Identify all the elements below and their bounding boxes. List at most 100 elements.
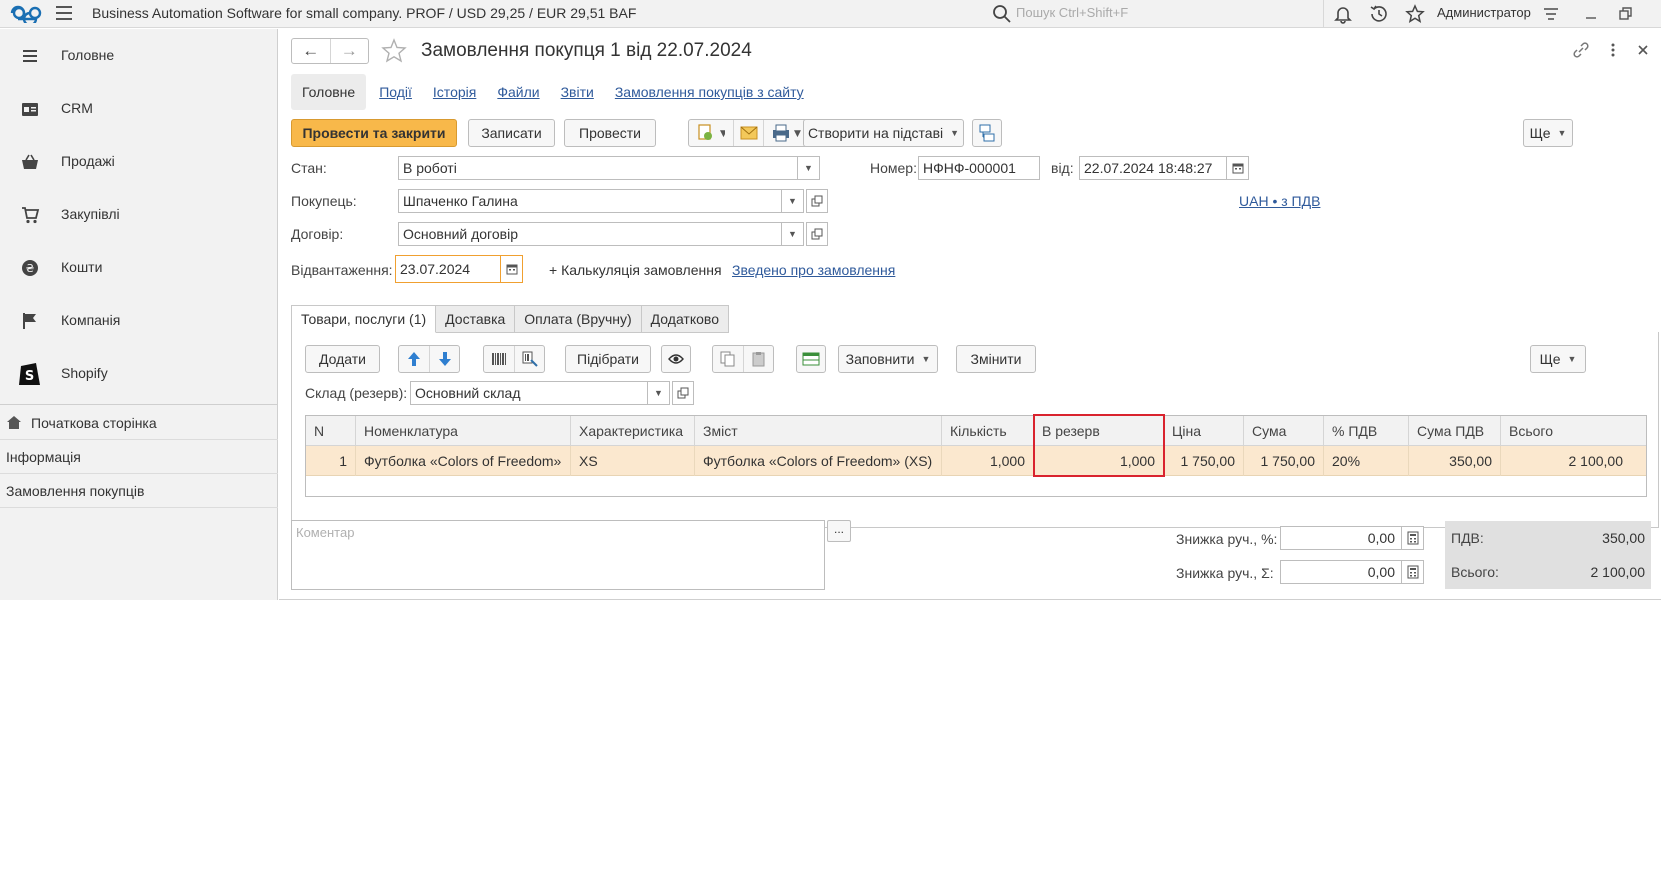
comment-expand-button[interactable]: ... bbox=[827, 520, 851, 542]
print-icon[interactable]: ▼ bbox=[763, 120, 807, 146]
chevron-down-icon[interactable]: ▼ bbox=[782, 189, 804, 213]
sidebar-item-crm[interactable]: CRM bbox=[0, 89, 278, 129]
warehouse-field[interactable]: Основний склад bbox=[410, 381, 648, 405]
shipment-date-field[interactable]: 23.07.2024 bbox=[395, 255, 501, 283]
state-field[interactable]: В роботі bbox=[398, 156, 798, 180]
calculator-icon[interactable] bbox=[1402, 526, 1424, 550]
restore-window-icon[interactable] bbox=[1615, 4, 1635, 24]
sidebar-item-shopify[interactable]: S Shopify bbox=[0, 354, 278, 394]
cell-vat-rate[interactable]: 20% bbox=[1324, 446, 1409, 476]
cell-quantity[interactable]: 1,000 bbox=[942, 446, 1034, 476]
currency-link[interactable]: UAH • з ПДВ bbox=[1239, 193, 1320, 209]
barcode-icon[interactable] bbox=[484, 346, 514, 372]
post-button[interactable]: Провести bbox=[564, 119, 656, 147]
sidebar-item-sales[interactable]: Продажі bbox=[0, 142, 278, 182]
search-input[interactable]: Пошук Ctrl+Shift+F bbox=[1016, 5, 1128, 20]
contract-field[interactable]: Основний договір bbox=[398, 222, 782, 246]
col-vat-sum[interactable]: Сума ПДВ bbox=[1409, 416, 1501, 446]
chevron-down-icon[interactable]: ▼ bbox=[798, 156, 820, 180]
post-and-close-button[interactable]: Провести та закрити bbox=[291, 119, 457, 147]
sidebar-item-company[interactable]: Компанія bbox=[0, 301, 278, 341]
move-down-icon[interactable] bbox=[429, 346, 459, 372]
tab-site-orders[interactable]: Замовлення покупців з сайту bbox=[615, 84, 804, 100]
calculator-icon[interactable] bbox=[1402, 560, 1424, 584]
tab-goods[interactable]: Товари, послуги (1) bbox=[291, 305, 437, 333]
buyer-field[interactable]: Шпаченко Галина bbox=[398, 189, 782, 213]
cell-n[interactable]: 1 bbox=[306, 446, 356, 476]
pick-items-button[interactable]: Підібрати bbox=[565, 345, 651, 373]
col-total[interactable]: Всього bbox=[1501, 416, 1646, 446]
back-arrow-icon[interactable]: ← bbox=[292, 39, 330, 63]
barcode-scanner-icon[interactable] bbox=[514, 346, 544, 372]
minimize-icon[interactable] bbox=[1581, 4, 1601, 24]
table-row[interactable]: 1 Футболка «Colors of Freedom» XS Футбол… bbox=[306, 446, 1646, 476]
tab-reports[interactable]: Звіти bbox=[561, 84, 594, 100]
tab-payment[interactable]: Оплата (Вручну) bbox=[515, 305, 642, 333]
forward-arrow-icon[interactable]: → bbox=[329, 39, 369, 63]
move-up-icon[interactable] bbox=[399, 346, 429, 372]
tab-delivery[interactable]: Доставка bbox=[436, 305, 516, 333]
col-sum[interactable]: Сума bbox=[1244, 416, 1324, 446]
goods-more-button[interactable]: Ще ▼ bbox=[1530, 345, 1586, 373]
order-calculation-link[interactable]: + Калькуляція замовлення bbox=[549, 262, 722, 278]
col-characteristic[interactable]: Характеристика bbox=[571, 416, 695, 446]
email-icon[interactable] bbox=[733, 120, 763, 146]
cell-price[interactable]: 1 750,00 bbox=[1164, 446, 1244, 476]
eye-icon[interactable] bbox=[661, 345, 691, 373]
col-vat-rate[interactable]: % ПДВ bbox=[1324, 416, 1409, 446]
fill-table-icon[interactable] bbox=[796, 345, 826, 373]
close-icon[interactable] bbox=[1634, 41, 1652, 59]
add-document-icon[interactable]: ▼ bbox=[689, 120, 733, 146]
more-button[interactable]: Ще ▼ bbox=[1523, 119, 1573, 147]
more-vertical-icon[interactable] bbox=[1604, 41, 1622, 59]
open-window-orders[interactable]: Замовлення покупців bbox=[0, 474, 278, 508]
open-window-home[interactable]: Початкова сторінка bbox=[0, 406, 278, 440]
link-icon[interactable] bbox=[1572, 41, 1590, 59]
cell-characteristic[interactable]: XS bbox=[571, 446, 695, 476]
col-item[interactable]: Номенклатура bbox=[356, 416, 571, 446]
settings-lines-icon[interactable] bbox=[1541, 4, 1561, 24]
chevron-down-icon[interactable]: ▼ bbox=[648, 381, 670, 405]
favorite-star-icon[interactable] bbox=[381, 38, 407, 64]
discount-sum-field[interactable]: 0,00 bbox=[1280, 560, 1402, 584]
open-window-info[interactable]: Інформація bbox=[0, 440, 278, 474]
cell-sum[interactable]: 1 750,00 bbox=[1244, 446, 1324, 476]
number-field[interactable]: НФНФ-000001 bbox=[918, 156, 1040, 180]
bell-icon[interactable] bbox=[1333, 4, 1353, 24]
discount-percent-field[interactable]: 0,00 bbox=[1280, 526, 1402, 550]
sidebar-item-main[interactable]: Головне bbox=[0, 36, 278, 76]
order-summary-link[interactable]: Зведено про замовлення bbox=[732, 262, 895, 278]
open-link-icon[interactable] bbox=[672, 381, 694, 405]
change-button[interactable]: Змінити bbox=[956, 345, 1036, 373]
col-n[interactable]: N bbox=[306, 416, 356, 446]
cell-item[interactable]: Футболка «Colors of Freedom» bbox=[356, 446, 571, 476]
tab-files[interactable]: Файли bbox=[497, 84, 539, 100]
tab-additional[interactable]: Додатково bbox=[641, 305, 729, 333]
col-quantity[interactable]: Кількість bbox=[942, 416, 1034, 446]
create-based-on-button[interactable]: Створити на підставі ▼ bbox=[803, 119, 964, 147]
tab-history[interactable]: Історія bbox=[433, 84, 476, 100]
sidebar-item-money[interactable]: ₴ Кошти bbox=[0, 248, 278, 288]
cell-content[interactable]: Футболка «Colors of Freedom» (XS) bbox=[695, 446, 942, 476]
open-link-icon[interactable] bbox=[806, 189, 828, 213]
cell-total[interactable]: 2 100,00 bbox=[1501, 446, 1631, 476]
date-field[interactable]: 22.07.2024 18:48:27 bbox=[1079, 156, 1227, 180]
search-icon[interactable] bbox=[992, 4, 1012, 24]
favorites-star-icon[interactable] bbox=[1405, 4, 1425, 24]
col-content[interactable]: Зміст bbox=[695, 416, 942, 446]
structure-icon[interactable] bbox=[972, 119, 1002, 147]
calendar-icon[interactable] bbox=[1227, 156, 1249, 180]
tab-main[interactable]: Головне bbox=[291, 74, 367, 110]
comment-field[interactable]: Коментар bbox=[291, 520, 825, 590]
open-link-icon[interactable] bbox=[806, 222, 828, 246]
copy-icon[interactable] bbox=[713, 346, 743, 372]
cell-vat-sum[interactable]: 350,00 bbox=[1409, 446, 1501, 476]
history-icon[interactable] bbox=[1369, 4, 1389, 24]
sidebar-item-purchases[interactable]: Закупівлі bbox=[0, 195, 278, 235]
main-menu-icon[interactable] bbox=[56, 6, 72, 20]
user-name[interactable]: Администратор bbox=[1437, 5, 1531, 20]
chevron-down-icon[interactable]: ▼ bbox=[782, 222, 804, 246]
fill-button[interactable]: Заповнити ▼ bbox=[838, 345, 938, 373]
calendar-icon[interactable] bbox=[501, 255, 523, 283]
paste-icon[interactable] bbox=[743, 346, 773, 372]
